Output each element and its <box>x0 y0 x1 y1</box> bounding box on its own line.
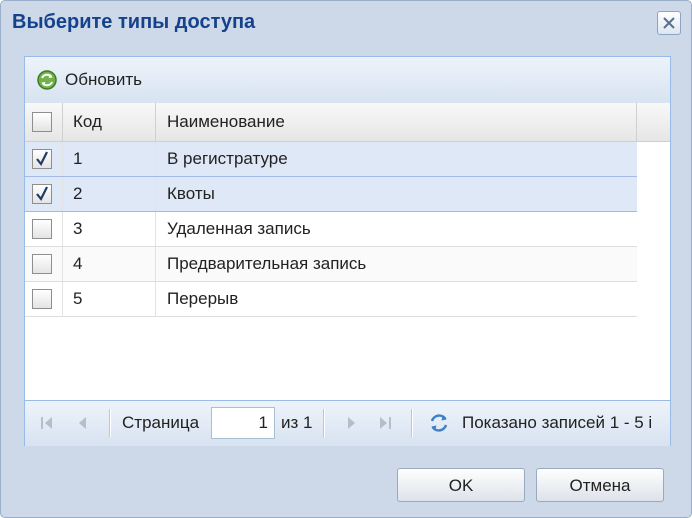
page-label: Страница <box>122 413 200 432</box>
column-header-code[interactable]: Код <box>63 103 156 141</box>
row-code: 4 <box>63 247 156 281</box>
first-page-icon[interactable] <box>37 413 57 433</box>
row-name: Квоты <box>167 184 215 203</box>
row-code: 3 <box>63 212 156 246</box>
row-checkbox[interactable] <box>32 149 52 169</box>
header-select-all-cell <box>25 103 63 141</box>
refresh-icon[interactable] <box>427 411 451 435</box>
row-checkbox[interactable] <box>32 184 52 204</box>
table-row[interactable]: 1 В регистратуре <box>25 142 637 177</box>
row-name: В регистратуре <box>167 149 288 168</box>
select-all-checkbox[interactable] <box>32 112 52 132</box>
row-checkbox[interactable] <box>32 289 52 309</box>
row-check-cell <box>25 282 63 316</box>
dialog-window: Выберите типы доступа Обновить Код Наиме… <box>0 0 692 518</box>
row-check-cell <box>25 247 63 281</box>
grid-panel: Обновить Код Наименование 1 В регистрату… <box>24 56 671 446</box>
grid-header: Код Наименование <box>25 103 670 142</box>
refresh-icon <box>37 70 57 90</box>
checkmark-icon <box>36 151 48 167</box>
cancel-button[interactable]: Отмена <box>536 468 664 502</box>
dialog-title: Выберите типы доступа <box>12 11 256 33</box>
refresh-label: Обновить <box>65 70 142 89</box>
row-name: Предварительная запись <box>167 254 367 273</box>
last-page-icon[interactable] <box>375 413 395 433</box>
row-check-cell <box>25 212 63 246</box>
refresh-button[interactable]: Обновить <box>35 67 142 93</box>
table-row[interactable]: 4 Предварительная запись <box>25 247 637 282</box>
page-count-label: из 1 <box>281 413 313 432</box>
row-name: Перерыв <box>167 289 239 308</box>
close-button[interactable] <box>657 11 681 35</box>
pager-separator <box>323 409 325 437</box>
pager-separator <box>411 409 413 437</box>
table-row[interactable]: 5 Перерыв <box>25 282 637 317</box>
ok-button[interactable]: OK <box>397 468 525 502</box>
row-code: 2 <box>63 177 156 211</box>
next-page-icon[interactable] <box>341 413 361 433</box>
paging-toolbar: Страница из 1 Показано записей 1 - 5 і <box>25 400 670 446</box>
row-checkbox[interactable] <box>32 254 52 274</box>
pager-separator <box>109 409 111 437</box>
table-row[interactable]: 3 Удаленная запись <box>25 212 637 247</box>
row-name: Удаленная запись <box>167 219 311 238</box>
row-code: 1 <box>63 142 156 176</box>
dialog-titlebar[interactable]: Выберите типы доступа <box>1 1 691 45</box>
row-check-cell <box>25 177 63 211</box>
close-icon <box>663 17 675 29</box>
records-info: Показано записей 1 - 5 і <box>462 413 653 432</box>
checkmark-icon <box>36 186 48 202</box>
page-number-input[interactable] <box>211 407 275 439</box>
table-row[interactable]: 2 Квоты <box>25 177 637 212</box>
row-check-cell <box>25 142 63 176</box>
previous-page-icon[interactable] <box>73 413 93 433</box>
grid-toolbar: Обновить <box>25 57 670 104</box>
row-checkbox[interactable] <box>32 219 52 239</box>
row-code: 5 <box>63 282 156 316</box>
column-header-name[interactable]: Наименование <box>156 103 637 141</box>
